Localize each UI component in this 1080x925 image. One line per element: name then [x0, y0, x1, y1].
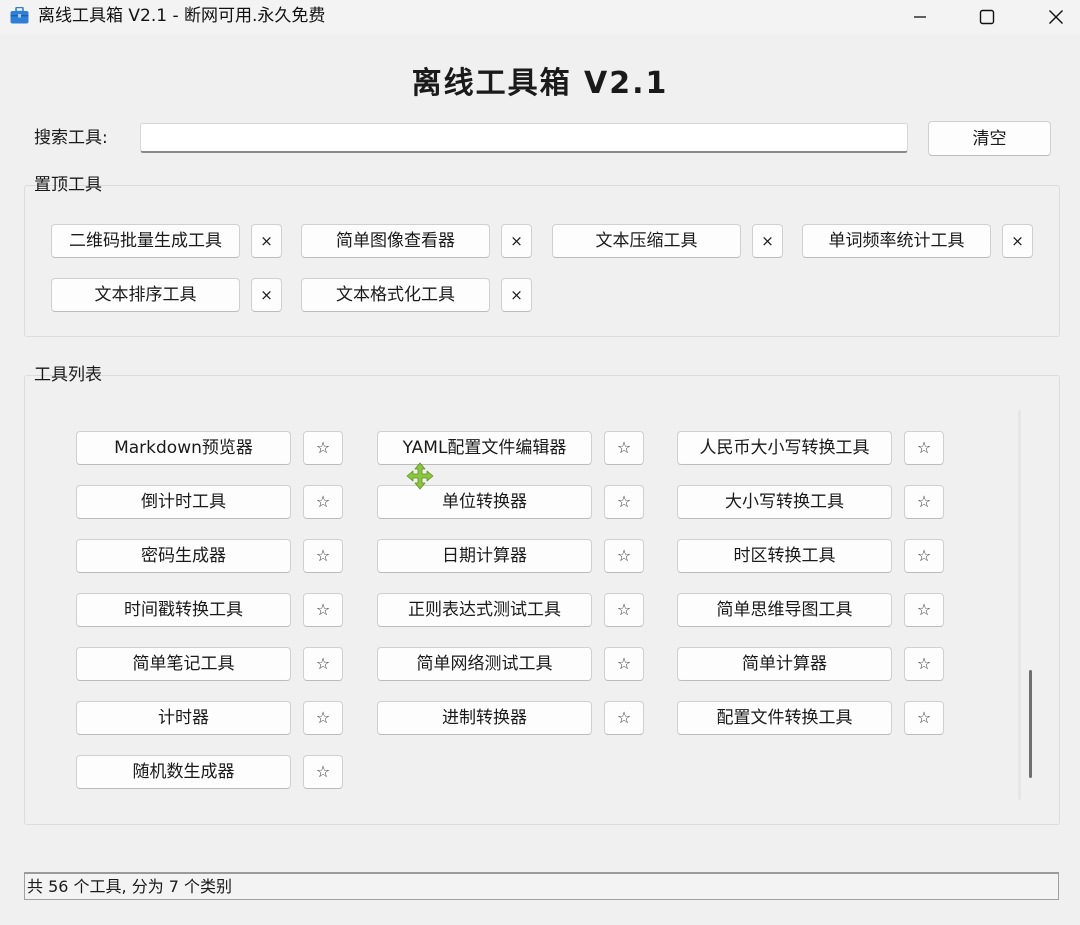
pin-star-button[interactable]: ☆: [604, 539, 644, 573]
unpin-button[interactable]: ×: [752, 224, 783, 258]
tool-button[interactable]: 大小写转换工具: [677, 485, 892, 519]
tool-button[interactable]: 倒计时工具: [76, 485, 291, 519]
pin-star-button[interactable]: ☆: [904, 647, 944, 681]
pin-star-button[interactable]: ☆: [303, 539, 343, 573]
minimize-icon: [914, 16, 926, 18]
tool-button[interactable]: 进制转换器: [377, 701, 592, 735]
maximize-icon: [979, 9, 995, 25]
pinned-tools-group: [24, 185, 1060, 337]
pin-star-button[interactable]: ☆: [604, 485, 644, 519]
move-cursor-icon: [406, 462, 434, 490]
tool-list-title: 工具列表: [34, 365, 102, 385]
pin-star-button[interactable]: ☆: [604, 431, 644, 465]
pin-star-button[interactable]: ☆: [303, 485, 343, 519]
tool-button[interactable]: 简单笔记工具: [76, 647, 291, 681]
pin-star-button[interactable]: ☆: [904, 485, 944, 519]
pinned-tool-button[interactable]: 文本排序工具: [51, 278, 240, 312]
pin-star-button[interactable]: ☆: [604, 647, 644, 681]
tool-button[interactable]: 随机数生成器: [76, 755, 291, 789]
search-input[interactable]: [140, 123, 908, 153]
tool-button[interactable]: 密码生成器: [76, 539, 291, 573]
unpin-button[interactable]: ×: [501, 224, 532, 258]
window-title: 离线工具箱 V2.1 - 断网可用.永久免费: [38, 6, 326, 26]
tool-button[interactable]: 简单计算器: [677, 647, 892, 681]
close-button[interactable]: [1030, 0, 1080, 34]
pin-star-button[interactable]: ☆: [904, 593, 944, 627]
page-title: 离线工具箱 V2.1: [411, 66, 669, 101]
pin-star-button[interactable]: ☆: [303, 431, 343, 465]
tool-button[interactable]: 单位转换器: [377, 485, 592, 519]
unpin-button[interactable]: ×: [501, 278, 532, 312]
status-bar: 共 56 个工具, 分为 7 个类别: [24, 872, 1059, 900]
unpin-button[interactable]: ×: [251, 224, 282, 258]
tool-button[interactable]: 人民币大小写转换工具: [677, 431, 892, 465]
pin-star-button[interactable]: ☆: [904, 539, 944, 573]
tool-button[interactable]: YAML配置文件编辑器: [377, 431, 592, 465]
unpin-button[interactable]: ×: [251, 278, 282, 312]
pinned-tool-button[interactable]: 文本格式化工具: [301, 278, 490, 312]
pinned-tool-button[interactable]: 二维码批量生成工具: [51, 224, 240, 258]
pinned-tools-title: 置顶工具: [34, 175, 102, 195]
tool-button[interactable]: Markdown预览器: [76, 431, 291, 465]
tool-button[interactable]: 时区转换工具: [677, 539, 892, 573]
title-bar: 离线工具箱 V2.1 - 断网可用.永久免费: [0, 0, 1080, 34]
tool-button[interactable]: 时间戳转换工具: [76, 593, 291, 627]
pin-star-button[interactable]: ☆: [604, 593, 644, 627]
pin-star-button[interactable]: ☆: [303, 755, 343, 789]
scrollbar-thumb[interactable]: [1029, 670, 1032, 778]
pin-star-button[interactable]: ☆: [604, 701, 644, 735]
unpin-button[interactable]: ×: [1002, 224, 1033, 258]
scrollbar-track[interactable]: [1018, 410, 1021, 800]
pinned-tool-button[interactable]: 简单图像查看器: [301, 224, 490, 258]
tool-button[interactable]: 简单思维导图工具: [677, 593, 892, 627]
tool-button[interactable]: 计时器: [76, 701, 291, 735]
tool-button[interactable]: 日期计算器: [377, 539, 592, 573]
tool-button[interactable]: 正则表达式测试工具: [377, 593, 592, 627]
tool-button[interactable]: 简单网络测试工具: [377, 647, 592, 681]
search-label: 搜索工具:: [34, 128, 108, 148]
minimize-button[interactable]: [894, 0, 946, 34]
tool-button[interactable]: 配置文件转换工具: [677, 701, 892, 735]
pin-star-button[interactable]: ☆: [904, 431, 944, 465]
pinned-tool-button[interactable]: 文本压缩工具: [552, 224, 741, 258]
pin-star-button[interactable]: ☆: [303, 647, 343, 681]
toolbox-icon: [10, 7, 29, 24]
pin-star-button[interactable]: ☆: [303, 701, 343, 735]
clear-button[interactable]: 清空: [928, 121, 1051, 156]
pin-star-button[interactable]: ☆: [904, 701, 944, 735]
pin-star-button[interactable]: ☆: [303, 593, 343, 627]
pinned-tool-button[interactable]: 单词频率统计工具: [802, 224, 991, 258]
close-icon: [1049, 10, 1063, 24]
maximize-button[interactable]: [961, 0, 1013, 34]
